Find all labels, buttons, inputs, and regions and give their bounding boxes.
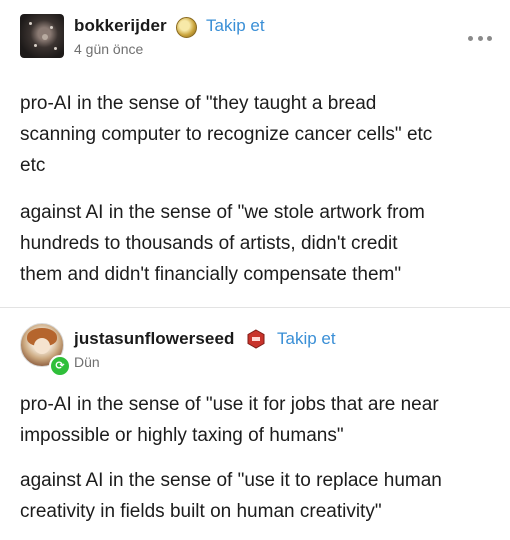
post-timestamp: Dün — [74, 354, 100, 370]
red-hexagon-badge-icon — [247, 329, 265, 349]
reblog-icon: ⟳ — [49, 355, 71, 377]
text-line: against AI in the sense of "we stole art… — [20, 202, 425, 223]
post-paragraph: pro-AI in the sense of "they taught a br… — [20, 88, 500, 181]
follow-button[interactable]: Takip et — [206, 16, 265, 36]
post-paragraph: against AI in the sense of "use it to re… — [20, 465, 500, 527]
text-line: etc — [20, 155, 46, 176]
text-line: pro-AI in the sense of "they taught a br… — [20, 93, 377, 114]
text-line: creativity in fields built on human crea… — [20, 501, 382, 522]
follow-button[interactable]: Takip et — [277, 329, 336, 349]
post-paragraph: pro-AI in the sense of "use it for jobs … — [20, 389, 500, 451]
text-line: against AI in the sense of "use it to re… — [20, 470, 442, 491]
text-line: impossible or highly taxing of humans" — [20, 425, 344, 446]
post-bokkerijder: bokkerijder Takip et 4 gün önce pro-AI i… — [0, 0, 510, 308]
avatar[interactable] — [20, 14, 64, 58]
post-paragraph: against AI in the sense of "we stole art… — [20, 197, 500, 290]
text-line: pro-AI in the sense of "use it for jobs … — [20, 394, 439, 415]
username[interactable]: justasunflowerseed — [74, 329, 235, 349]
username[interactable]: bokkerijder — [74, 16, 167, 36]
text-line: hundreds to thousands of artists, didn't… — [20, 233, 398, 254]
post-timestamp: 4 gün önce — [74, 41, 144, 57]
text-line: scanning computer to recognize cancer ce… — [20, 124, 433, 145]
post-divider — [0, 307, 510, 308]
text-line: them and didn't financially compensate t… — [20, 264, 402, 285]
verified-badge-icon — [176, 17, 197, 38]
more-dots-icon[interactable] — [468, 33, 492, 43]
